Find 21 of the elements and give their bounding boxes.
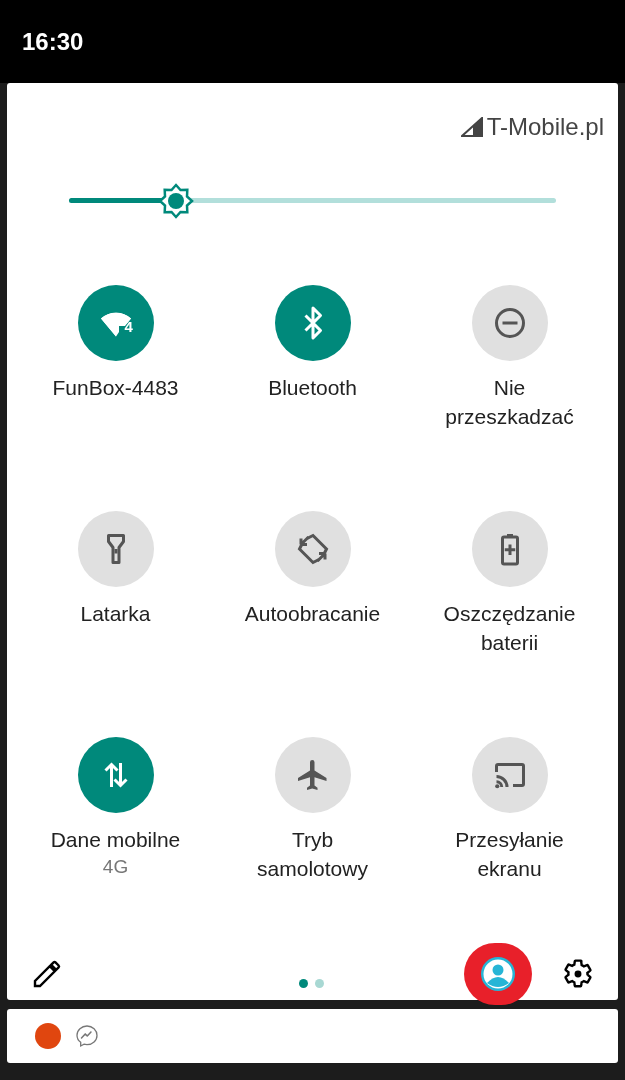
carrier-name: T-Mobile.pl bbox=[486, 112, 604, 142]
settings-icon[interactable] bbox=[562, 958, 594, 990]
clock: 16:30 bbox=[22, 26, 84, 57]
brightness-thumb[interactable] bbox=[158, 183, 195, 219]
signal-icon bbox=[460, 117, 483, 137]
user-icon bbox=[480, 956, 516, 992]
tile-label: Tryb samolotowy bbox=[256, 827, 369, 882]
app-icon bbox=[35, 1023, 61, 1049]
tile-sublabel: 4G bbox=[102, 855, 129, 879]
wifi-type-label: 4 bbox=[124, 319, 133, 334]
tile-label: Oszczędzanie baterii bbox=[442, 601, 577, 656]
tile-label: Przesyłanie ekranu bbox=[454, 827, 565, 882]
tile-label: Nie przeszkadzać bbox=[444, 375, 575, 430]
tile-label: Bluetooth bbox=[267, 375, 358, 401]
edit-icon[interactable] bbox=[31, 958, 63, 990]
messenger-icon bbox=[75, 1024, 99, 1048]
tile-label: Latarka bbox=[79, 601, 152, 627]
tile-label: Autoobracanie bbox=[243, 601, 382, 627]
tile-label: FunBox-4483 bbox=[51, 375, 180, 401]
tile-toggle[interactable]: 4 bbox=[77, 285, 154, 361]
tile-label: Dane mobilne bbox=[49, 827, 182, 853]
